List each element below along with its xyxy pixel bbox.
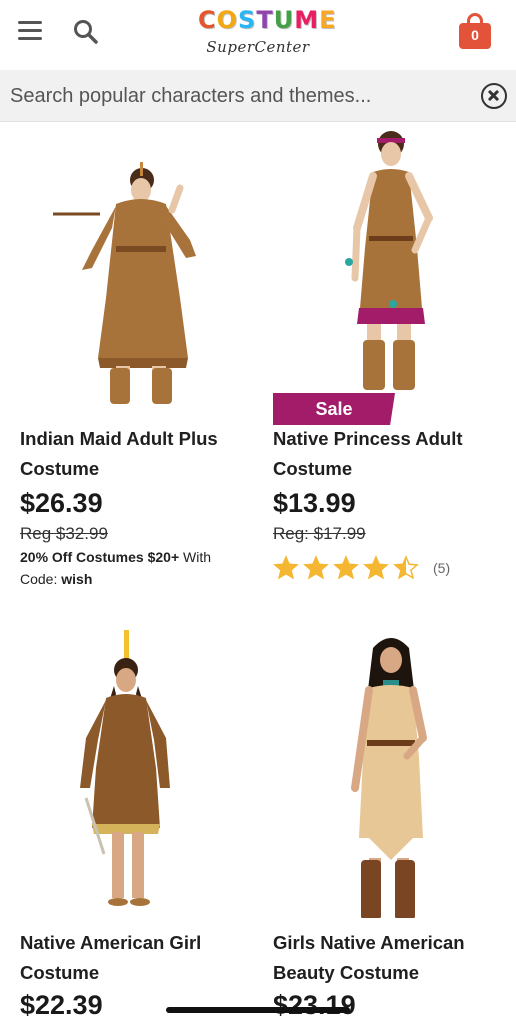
product-image[interactable] [20, 628, 250, 918]
logo-letter: O [216, 6, 237, 34]
star-full-icon [363, 555, 389, 580]
product-price: $23.19 [273, 990, 356, 1020]
product-title-line: Beauty Costume [273, 962, 419, 983]
logo-letter: M [294, 6, 318, 34]
promo-bold: 20% Off Costumes $20+ [20, 549, 180, 565]
promo-rest: With [179, 549, 212, 565]
star-rating[interactable]: (5) [273, 555, 450, 581]
promo-text: 20% Off Costumes $20+ With Code: wish [20, 546, 240, 590]
logo-letter: T [256, 6, 272, 34]
logo-letter: C [198, 6, 216, 34]
product-title-line: Native Princess Adult [273, 428, 463, 449]
rating-count: (5) [433, 560, 451, 576]
promo-code-prefix: Code: [20, 571, 62, 587]
search-icon[interactable] [72, 18, 100, 46]
product-image[interactable] [273, 128, 503, 418]
product-title-line: Costume [273, 458, 353, 479]
star-full-icon [333, 555, 359, 580]
star-half-icon [393, 555, 419, 580]
costume-figure-princess [345, 131, 433, 390]
home-indicator[interactable] [166, 1007, 350, 1013]
product-title-line: Costume [20, 962, 100, 983]
logo-subtitle: SuperCenter [206, 38, 310, 56]
costume-supercenter-logo[interactable]: COSTUME SuperCenter [197, 5, 336, 61]
product-title[interactable]: Girls Native American Beauty Costume [273, 928, 509, 988]
logo-wordmark: COSTUME [197, 5, 336, 35]
product-image[interactable] [273, 628, 503, 920]
regular-price: Reg $32.99 [20, 524, 108, 543]
product-title-line: Girls Native American [273, 932, 465, 953]
product-image[interactable] [20, 128, 250, 418]
search-bar [0, 70, 516, 122]
hamburger-menu-icon[interactable] [18, 21, 42, 41]
product-title[interactable]: Native American Girl Costume [20, 928, 256, 988]
product-price: $13.99 [273, 488, 356, 518]
promo-code: wish [61, 571, 93, 587]
costume-figure-plus [53, 162, 196, 404]
search-input[interactable] [10, 80, 450, 112]
product-title-line: Costume [20, 458, 100, 479]
product-title[interactable]: Indian Maid Adult Plus Costume [20, 424, 256, 484]
costume-figure-girls-beauty [351, 638, 427, 920]
regular-price: Reg: $17.99 [273, 524, 366, 543]
product-price: $26.39 [20, 488, 103, 518]
product-title-line: Native American Girl [20, 932, 202, 953]
product-title-line: Indian Maid Adult Plus [20, 428, 218, 449]
star-full-icon [273, 555, 299, 580]
cart-count: 0 [471, 27, 479, 43]
shopping-bag-icon[interactable]: 0 [459, 13, 491, 49]
clear-search-icon[interactable] [481, 83, 507, 109]
header: COSTUME SuperCenter 0 [0, 0, 516, 68]
logo-letter: U [273, 6, 293, 34]
sale-badge: Sale [273, 393, 395, 425]
costume-figure-girl [80, 630, 170, 906]
star-full-icon [303, 555, 329, 580]
product-price: $22.39 [20, 990, 103, 1020]
logo-letter: E [319, 6, 335, 34]
product-title[interactable]: Native Princess Adult Costume [273, 424, 509, 484]
logo-letter: S [238, 6, 255, 34]
